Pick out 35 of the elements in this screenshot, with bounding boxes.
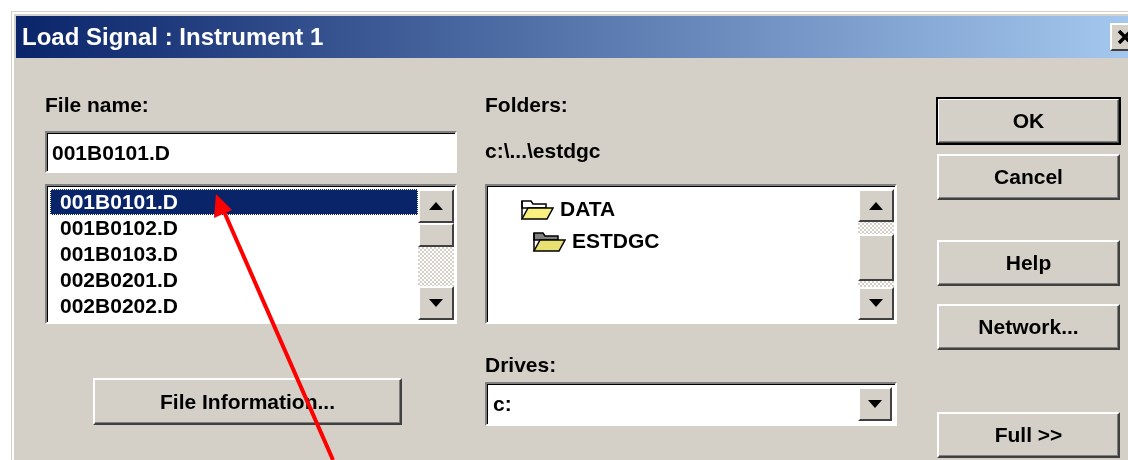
dialog-button[interactable]: Cancel xyxy=(937,154,1120,200)
folder-path: c:\...\estdgc xyxy=(485,138,602,164)
dialog-button[interactable]: OK xyxy=(937,98,1120,144)
window-title: Load Signal : Instrument 1 xyxy=(22,23,324,51)
folder-item[interactable]: DATA xyxy=(490,193,858,225)
scroll-down-button[interactable] xyxy=(858,286,894,320)
file-name-field[interactable]: 001B0101.D xyxy=(45,131,457,173)
file-item[interactable]: 002B0201.D xyxy=(50,267,418,293)
dialog-button[interactable]: Network... xyxy=(937,304,1120,350)
dialog-button[interactable]: Full >> xyxy=(937,412,1120,458)
dialog-button[interactable]: Help xyxy=(937,240,1120,286)
up-arrow-icon xyxy=(429,202,443,210)
folder-list[interactable]: DATA ESTDGC xyxy=(485,184,897,324)
field-label: Drives: xyxy=(485,352,558,378)
field-label: File name: xyxy=(45,92,150,118)
down-arrow-icon xyxy=(429,299,443,307)
file-item[interactable]: 001B0103.D xyxy=(50,241,418,267)
scroll-thumb[interactable] xyxy=(418,223,454,247)
down-arrow-icon xyxy=(869,299,883,308)
open-folder-icon xyxy=(520,197,554,221)
folder-item[interactable]: ESTDGC xyxy=(490,225,858,257)
scroll-thumb[interactable] xyxy=(858,233,894,281)
field-label: Folders: xyxy=(485,92,569,118)
down-arrow-icon xyxy=(868,400,882,408)
file-item[interactable]: 001B0101.D xyxy=(50,189,418,215)
scroll-down-button[interactable] xyxy=(418,286,454,320)
file-item[interactable]: 001B0102.D xyxy=(50,215,418,241)
scroll-up-button[interactable] xyxy=(858,189,894,223)
up-arrow-icon xyxy=(869,201,883,210)
open-folder-icon xyxy=(532,229,566,253)
file-list[interactable]: 001B0101.D 001B0102.D 001B0103.D 002B0201.D 002B0202.D xyxy=(45,184,457,324)
dropdown-button[interactable] xyxy=(858,387,892,421)
file-item[interactable]: 002B0202.D xyxy=(50,293,418,319)
scroll-up-button[interactable] xyxy=(418,189,454,223)
drives-dropdown[interactable]: c: xyxy=(485,382,897,426)
